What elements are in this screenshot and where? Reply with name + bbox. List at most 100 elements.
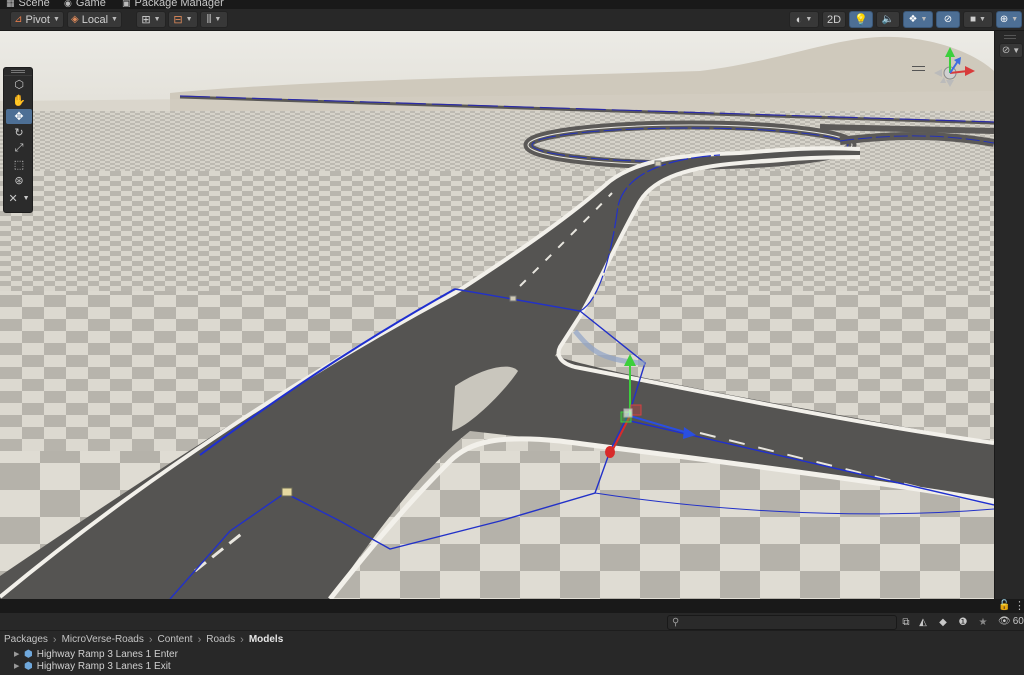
spline-control-point[interactable] <box>509 295 517 302</box>
tab-game[interactable]: ◉ Game <box>64 0 106 9</box>
local-dropdown[interactable]: ◈ Local ▼ <box>67 11 122 28</box>
lightbulb-icon: 💡 <box>854 14 868 26</box>
star-icon: ★ <box>978 617 988 628</box>
expand-arrow-icon[interactable]: ▶ <box>14 662 20 670</box>
toggle-2d-label: 2D <box>826 13 842 26</box>
chevron-down-icon: ▼ <box>920 16 928 23</box>
prefab-icon: ⬢ <box>24 660 33 672</box>
breadcrumb-item-microverse-roads[interactable]: MicroVerse-Roads <box>62 634 144 645</box>
transform-tool-button[interactable]: ⊛ <box>6 173 32 188</box>
chevron-down-icon: ▼ <box>22 195 30 202</box>
chevron-down-icon: ▼ <box>805 16 813 23</box>
audio-toggle[interactable]: 🔈 <box>876 11 900 28</box>
chevron-right-icon: › <box>52 633 57 646</box>
shaded-sphere-icon: ◐ <box>795 13 803 26</box>
rotate-tool-button[interactable]: ↻ <box>6 125 32 140</box>
spline-control-point[interactable] <box>654 160 662 167</box>
hand-icon: ✋ <box>12 95 26 107</box>
gizmos-globe-icon: ⊕ <box>999 14 1009 25</box>
breadcrumb-item-roads[interactable]: Roads <box>206 634 235 645</box>
hand-tool-button[interactable]: ✋ <box>6 93 32 108</box>
compass-icon: ⊘ <box>1001 45 1011 56</box>
toggle-2d-button[interactable]: 2D <box>822 11 846 28</box>
breadcrumb-item-models[interactable]: Models <box>249 634 283 645</box>
grid-snap-icon: ⊞ <box>141 14 151 26</box>
label-filter-button[interactable]: ◆ <box>936 615 950 630</box>
tools-overlay-panel: ⬡ ✋ ✥ ↻ ⤢ ⬚ ⊛ ✕ ▼ <box>3 67 33 213</box>
tab-scene[interactable]: ▦ Scene <box>6 0 50 9</box>
breadcrumb-item-content[interactable]: Content <box>158 634 193 645</box>
increment-snap-dropdown[interactable]: ⫼ ▼ <box>200 11 228 28</box>
spline-control-point[interactable] <box>281 487 293 497</box>
move-arrows-icon: ✥ <box>14 111 24 123</box>
local-space-icon: ◈ <box>71 14 79 25</box>
more-options-icon[interactable]: ⋮ <box>1014 599 1024 612</box>
eye-icon: 👁 <box>998 616 1011 627</box>
filter-icon: ⧉ <box>902 617 910 628</box>
package-icon: ▣ <box>122 0 131 8</box>
expand-arrow-icon[interactable]: ▶ <box>14 650 20 658</box>
cube-icon: ⬡ <box>14 79 24 91</box>
move-tool-button[interactable]: ✥ <box>6 109 32 124</box>
list-item[interactable]: ▶ ⬢ Highway Ramp 3 Lanes 1 Exit <box>0 660 1024 672</box>
scene-toolbar: ⊿ Pivot ▼ ◈ Local ▼ ⊞ ▼ ⊟ ▼ ⫼ ▼ ◐ ▼ 2D 💡… <box>0 9 1024 31</box>
project-panel-header: 🔓 ⋮ <box>0 599 1024 613</box>
draw-mode-dropdown[interactable]: ◐ ▼ <box>789 11 819 28</box>
viewport-overlay-menu-grip[interactable] <box>912 66 925 71</box>
chevron-down-icon: ▼ <box>52 16 60 23</box>
scene-viewport[interactable]: ⬡ ✋ ✥ ↻ ⤢ ⬚ ⊛ ✕ ▼ <box>0 31 994 599</box>
pivot-label: Pivot <box>25 13 50 26</box>
project-toolbar: ⚲ ⧉ ◭ ◆ ❶ ★ 👁 60 <box>0 613 1024 631</box>
asset-label: Highway Ramp 3 Lanes 1 Enter <box>36 648 178 660</box>
rect-icon: ⬚ <box>13 159 25 171</box>
chevron-right-icon: › <box>197 633 202 646</box>
tag-icon: ◆ <box>939 617 947 628</box>
rect-tool-button[interactable]: ⬚ <box>6 157 32 172</box>
camera-settings-dropdown[interactable]: ■ ▼ <box>963 11 993 28</box>
overlay-settings-dropdown[interactable]: ⊘ ▼ <box>999 43 1023 58</box>
gamepad-icon: ◉ <box>64 0 72 8</box>
wrench-icon: ✕ <box>8 193 18 205</box>
grid-icon: ▦ <box>6 0 15 8</box>
search-icon: ⚲ <box>672 617 680 628</box>
grid-snapping-dropdown[interactable]: ⊞ ▼ <box>136 11 166 28</box>
asset-list: ▶ ⬢ Highway Ramp 3 Lanes 1 Enter ▶ ⬢ Hig… <box>0 648 1024 675</box>
chevron-down-icon: ▼ <box>111 16 118 23</box>
breadcrumb-item-packages[interactable]: Packages <box>4 634 48 645</box>
breadcrumb: Packages › MicroVerse-Roads › Content › … <box>0 631 1024 648</box>
lock-icon[interactable]: 🔓 <box>998 600 1010 611</box>
grid-visibility-icon: ⊟ <box>173 14 183 26</box>
scale-tool-button[interactable]: ⤢ <box>6 141 32 156</box>
grid-visibility-dropdown[interactable]: ⊟ ▼ <box>168 11 198 28</box>
lighting-toggle[interactable]: 💡 <box>849 11 873 28</box>
rotate-icon: ↻ <box>14 127 24 139</box>
right-overlay-strip: ⊘ ▼ <box>994 31 1024 599</box>
visible-count[interactable]: 👁 60 <box>998 616 1024 627</box>
view-cube-tool-button[interactable]: ⬡ <box>6 77 32 92</box>
search-by-label-button[interactable]: ◭ <box>916 615 930 630</box>
gizmos-dropdown[interactable]: ⊕ ▼ <box>996 11 1022 28</box>
type-icon: ◭ <box>919 617 927 628</box>
tab-package-manager[interactable]: ▣ Package Manager <box>122 0 224 9</box>
eye-slash-icon: ⊘ <box>943 14 953 25</box>
effects-dropdown[interactable]: ❖ ▼ <box>903 11 933 28</box>
prefab-icon: ⬢ <box>24 648 33 660</box>
log-filter-button[interactable]: ❶ <box>956 615 970 630</box>
search-by-type-button[interactable]: ⧉ <box>899 615 913 630</box>
tab-package-manager-label: Package Manager <box>134 0 224 9</box>
pivot-dropdown[interactable]: ⊿ Pivot ▼ <box>10 11 64 28</box>
favorite-button[interactable]: ★ <box>976 615 990 630</box>
visible-count-value: 60 <box>1012 616 1024 627</box>
chevron-down-icon: ▼ <box>185 16 193 23</box>
panel-grip[interactable] <box>4 68 32 76</box>
project-search-input[interactable]: ⚲ <box>667 615 897 630</box>
strip-grip[interactable] <box>1004 35 1016 39</box>
chevron-right-icon: › <box>148 633 153 646</box>
scene-visibility-toggle[interactable]: ⊘ <box>936 11 960 28</box>
list-item[interactable]: ▶ ⬢ Highway Ramp 3 Lanes 1 Enter <box>0 648 1024 660</box>
chevron-right-icon: › <box>240 633 244 646</box>
effects-layers-icon: ❖ <box>908 14 918 25</box>
custom-editor-tool-button[interactable]: ✕ ▼ <box>6 191 32 206</box>
warning-circle-icon: ❶ <box>958 617 968 628</box>
increment-snap-icon: ⫼ <box>206 14 212 25</box>
